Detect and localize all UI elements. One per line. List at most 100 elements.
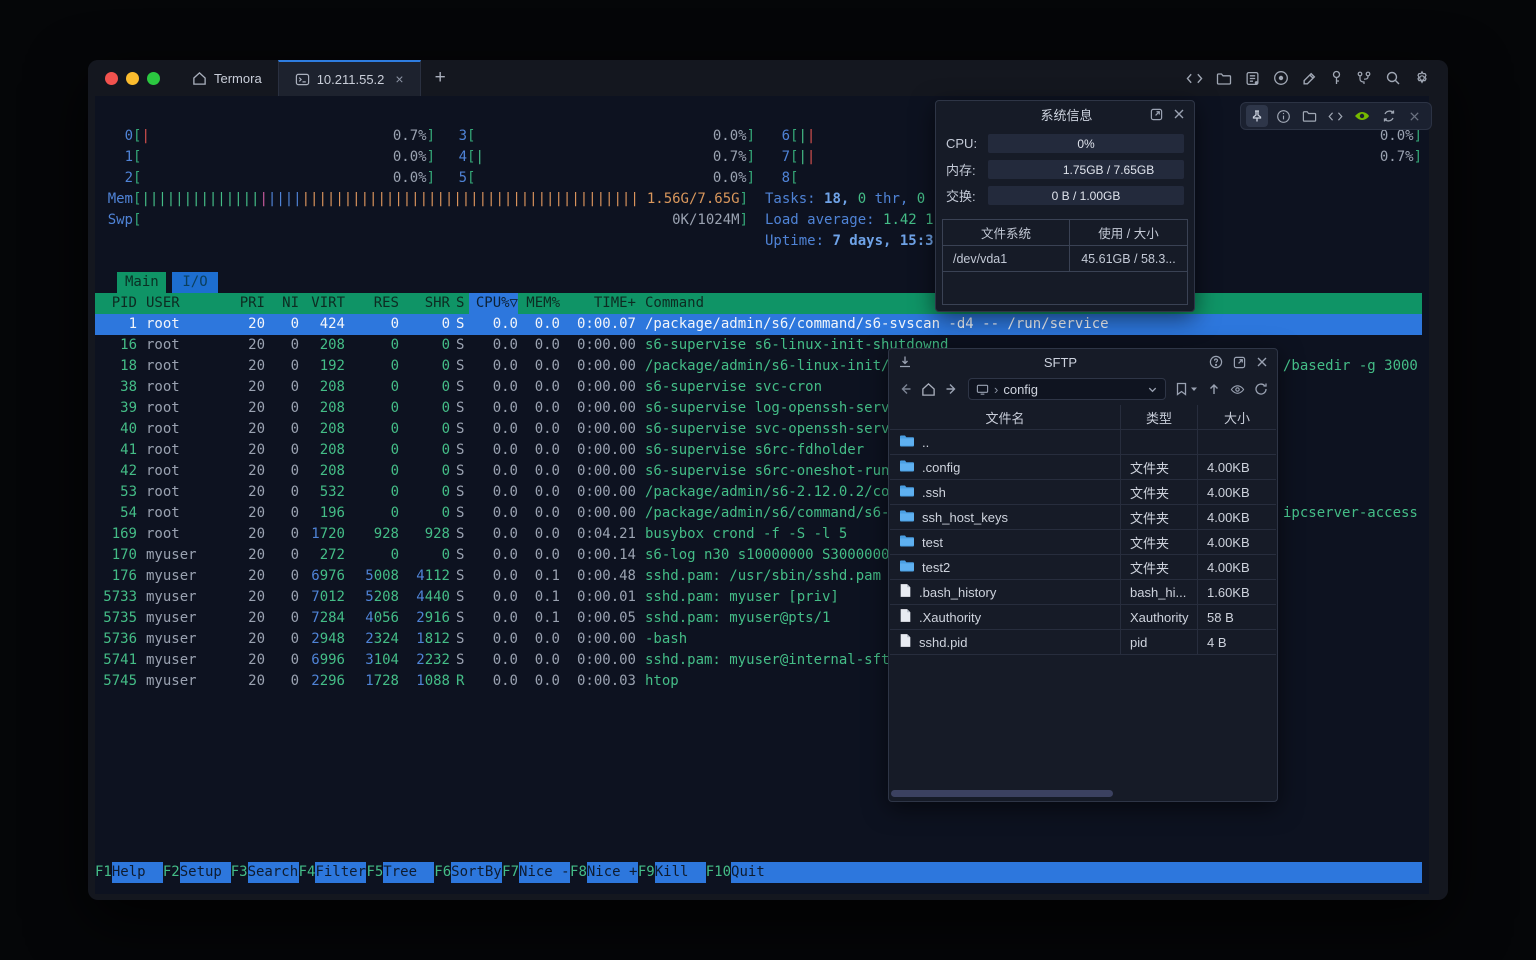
column-header-mem%[interactable]: MEM% xyxy=(518,293,560,314)
filesystem-table: 文件系统使用 / 大小/dev/vda145.61GB / 58.3... xyxy=(942,219,1188,305)
file-row[interactable]: ssh_host_keys文件夹4.00KB xyxy=(890,505,1276,530)
sysinfo-titlebar: 系统信息 xyxy=(936,101,1194,127)
file-row[interactable]: .bash_historybash_hi...1.60KB xyxy=(890,580,1276,605)
upload-icon[interactable] xyxy=(1207,382,1221,396)
bookmark-icon[interactable] xyxy=(1175,382,1188,396)
record-icon[interactable] xyxy=(1273,70,1289,86)
fkey-action-search[interactable]: Search xyxy=(248,862,299,883)
column-header-cpu%[interactable]: CPU%▽ xyxy=(469,293,518,314)
close-icon[interactable] xyxy=(1173,108,1185,120)
column-header-s[interactable]: S xyxy=(450,293,469,314)
file-row[interactable]: .XauthorityXauthority58 B xyxy=(890,605,1276,630)
tab-label: 10.211.55.2 xyxy=(317,72,385,87)
app-window: Termora 10.211.55.2 × + 0[|0.7%]1[0.0%]2… xyxy=(88,60,1448,900)
pin-icon[interactable] xyxy=(1246,105,1268,127)
back-icon[interactable] xyxy=(898,382,912,396)
close-icon[interactable] xyxy=(1404,105,1426,127)
column-header-shr[interactable]: SHR xyxy=(399,293,450,314)
close-window-button[interactable] xyxy=(105,72,118,85)
close-icon[interactable] xyxy=(1256,356,1268,368)
screen: { "window": { "tabs": [ { "label": "Term… xyxy=(0,0,1536,960)
info-icon[interactable] xyxy=(1272,105,1294,127)
fkey-label: F2 xyxy=(163,862,180,883)
column-header-pri[interactable]: PRI xyxy=(206,293,265,314)
sysinfo-meter-row: 内存:1.75GB / 7.65GB xyxy=(946,160,1184,179)
code-icon[interactable] xyxy=(1186,71,1203,86)
column-header-virt[interactable]: VIRT xyxy=(299,293,345,314)
folder-icon[interactable] xyxy=(1299,105,1321,127)
gpu-icon[interactable] xyxy=(1351,105,1373,127)
file-row[interactable]: .config文件夹4.00KB xyxy=(890,455,1276,480)
close-tab-icon[interactable]: × xyxy=(395,71,403,87)
meter-bar: 0% xyxy=(988,134,1184,153)
sync-icon[interactable] xyxy=(1377,105,1399,127)
meter-bar: 1.75GB / 7.65GB xyxy=(988,160,1184,179)
home-icon xyxy=(192,71,207,86)
fkey-action-help[interactable]: Help xyxy=(112,862,163,883)
breadcrumb-segment[interactable]: config xyxy=(1003,382,1038,397)
new-tab-button[interactable]: + xyxy=(421,60,460,96)
terminal-mini-toolbar xyxy=(1240,102,1432,130)
folder-icon xyxy=(899,434,915,451)
sysinfo-actions xyxy=(1150,108,1185,121)
tab-termora[interactable]: Termora xyxy=(176,60,278,96)
open-external-icon[interactable] xyxy=(1233,356,1246,369)
maximize-window-button[interactable] xyxy=(147,72,160,85)
file-row[interactable]: .. xyxy=(890,430,1276,455)
column-header-res[interactable]: RES xyxy=(345,293,399,314)
edit-icon[interactable] xyxy=(1302,71,1317,86)
settings-icon[interactable] xyxy=(1414,70,1430,86)
key-icon[interactable] xyxy=(1330,70,1343,86)
fkey-action-setup[interactable]: Setup xyxy=(180,862,231,883)
column-header-user[interactable]: USER xyxy=(137,293,206,314)
sysinfo-meters: CPU:0%内存:1.75GB / 7.65GB交换:0 B / 1.00GB xyxy=(936,134,1194,205)
keychain-icon[interactable] xyxy=(1356,70,1372,86)
sftp-actions xyxy=(1209,355,1268,369)
htop-tab-io[interactable]: I/O xyxy=(172,272,218,293)
minimize-window-button[interactable] xyxy=(126,72,139,85)
refresh-icon[interactable] xyxy=(1254,382,1268,396)
download-icon[interactable] xyxy=(898,355,912,369)
fkey-action-tree[interactable]: Tree xyxy=(383,862,434,883)
search-icon[interactable] xyxy=(1385,70,1401,86)
fkey-action-kill[interactable]: Kill xyxy=(655,862,706,883)
tab-label: Termora xyxy=(214,71,262,86)
fkey-label: F9 xyxy=(638,862,655,883)
bookmark-dropdown-icon[interactable] xyxy=(1190,385,1198,393)
code-icon[interactable] xyxy=(1325,105,1347,127)
column-header-pid[interactable]: PID xyxy=(95,293,137,314)
file-row[interactable]: .ssh文件夹4.00KB xyxy=(890,480,1276,505)
meter-bar: 0 B / 1.00GB xyxy=(988,186,1184,205)
file-row[interactable]: test2文件夹4.00KB xyxy=(890,555,1276,580)
fkey-action-nice+[interactable]: Nice + xyxy=(587,862,638,883)
log-icon[interactable] xyxy=(1245,71,1260,86)
filesystem-row[interactable]: /dev/vda145.61GB / 58.3... xyxy=(943,246,1187,272)
column-header-time+[interactable]: TIME+ xyxy=(560,293,636,314)
sysinfo-title: 系统信息 xyxy=(983,105,1150,124)
fkey-label: F6 xyxy=(434,862,451,883)
file-row[interactable]: test文件夹4.00KB xyxy=(890,530,1276,555)
path-breadcrumb[interactable]: › config xyxy=(968,378,1166,400)
process-row[interactable]: 1root20042400S0.00.00:00.07/package/admi… xyxy=(95,314,1422,335)
fkey-action-filter[interactable]: Filter xyxy=(315,862,366,883)
folder-icon xyxy=(899,534,915,551)
show-hidden-icon[interactable] xyxy=(1230,382,1245,397)
htop-tab-main[interactable]: Main xyxy=(117,272,166,293)
forward-icon[interactable] xyxy=(945,382,959,396)
fkey-label: F8 xyxy=(570,862,587,883)
tab-session[interactable]: 10.211.55.2 × xyxy=(278,60,421,96)
file-row[interactable]: sshd.pidpid4 B xyxy=(890,630,1276,655)
fkey-action-quit[interactable]: Quit xyxy=(731,862,782,883)
horizontal-scrollbar[interactable] xyxy=(891,790,1113,797)
fkey-action-nice[interactable]: Nice - xyxy=(519,862,570,883)
folder-icon[interactable] xyxy=(1216,71,1232,86)
sysinfo-meter-row: CPU:0% xyxy=(946,134,1184,153)
column-header-ni[interactable]: NI xyxy=(265,293,299,314)
open-external-icon[interactable] xyxy=(1150,108,1163,121)
fkey-label: F5 xyxy=(366,862,383,883)
chevron-down-icon[interactable] xyxy=(1147,384,1158,395)
home-icon[interactable] xyxy=(921,382,936,397)
help-icon[interactable] xyxy=(1209,355,1223,369)
fkey-action-sortby[interactable]: SortBy xyxy=(451,862,502,883)
tasks-line: Tasks: 18, 0 thr, 0 xyxy=(765,189,934,210)
